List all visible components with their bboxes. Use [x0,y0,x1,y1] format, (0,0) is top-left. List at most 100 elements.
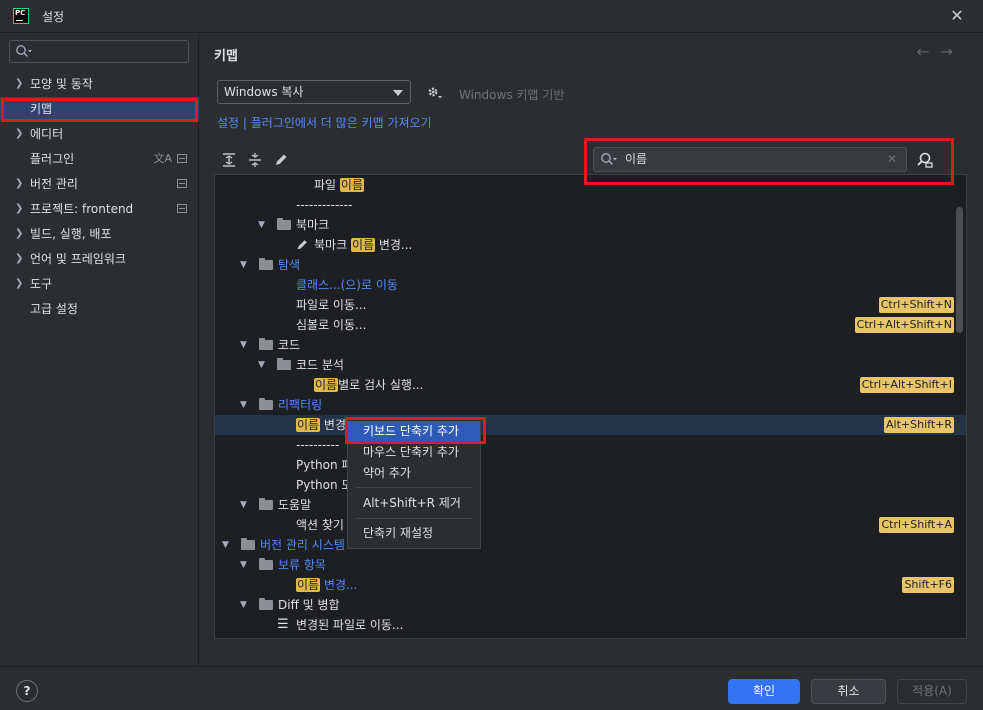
project-scope-icon [177,179,187,188]
title-bar: PC 설정 ✕ [0,0,983,33]
shortcut-badge: Ctrl+Alt+Shift+N [854,317,954,333]
tree-row-shelf[interactable]: ▼ 보류 항목 [215,555,966,575]
folder-icon [241,538,255,550]
folder-icon [259,558,273,570]
menu-item-reset-shortcuts[interactable]: 단축키 재설정 [348,523,480,543]
tree-row-python-2[interactable]: Python 모 [215,475,966,495]
chevron-down-icon[interactable]: ▼ [240,255,247,275]
tree-row-rename[interactable]: 이름 변경 Alt+Shift+R [215,415,966,435]
tree-row-goto-file[interactable]: 파일로 이동... Ctrl+Shift+N [215,295,966,315]
translate-icon: 文A [153,152,172,165]
list-icon: ☰ [277,617,289,632]
chevron-right-icon: ❯ [15,228,24,239]
tree-row-goto-changed[interactable]: ☰ 변경된 파일로 이동... [215,615,966,635]
menu-item-add-abbreviation[interactable]: 약어 추가 [348,463,480,483]
tree-row-bookmarks[interactable]: ▼ 북마크 [215,215,966,235]
dropdown-caret-icon [393,90,403,96]
cancel-button[interactable]: 취소 [811,679,886,704]
chevron-right-icon: ❯ [15,128,24,139]
keymap-panel: 키맵 ←→ Windows 복사 Windows 키맵 기반 설정 | 플러그인… [200,34,983,666]
chevron-down-icon[interactable]: ▼ [258,355,265,375]
based-on-label: Windows 키맵 기반 [459,88,565,102]
sidebar-search-input[interactable] [9,40,189,63]
tree-row-goto-symbol[interactable]: 심볼로 이동... Ctrl+Alt+Shift+N [215,315,966,335]
folder-icon [259,258,273,270]
folder-icon [259,498,273,510]
back-arrow-icon[interactable]: ← [916,42,939,61]
chevron-down-icon[interactable]: ▼ [240,395,247,415]
chevron-down-icon[interactable]: ▼ [240,595,247,615]
menu-item-add-mouse-shortcut[interactable]: 마우스 단축키 추가 [348,442,480,462]
tree-row-goto-class[interactable]: 클래스...(으)로 이동 [215,275,966,295]
tree-row-run-inspection[interactable]: 이름별로 검사 실행... Ctrl+Alt+Shift+I [215,375,966,395]
sidebar-item-editor[interactable]: ❯ 에디터 [0,122,199,146]
tree-row-refactor[interactable]: ▼ 리팩터링 [215,395,966,415]
get-keymaps-link[interactable]: 설정 | 플러그인에서 더 많은 키맵 가져오기 [217,114,432,131]
menu-separator [356,487,472,488]
tree-row-separator: ---------- [296,438,340,452]
shortcut-badge: Alt+Shift+R [884,417,954,433]
chevron-down-icon[interactable]: ▼ [240,555,247,575]
tree-row-shelf-rename[interactable]: 이름 변경... Shift+F6 [215,575,966,595]
shortcut-badge: Ctrl+Alt+Shift+I [859,377,954,393]
menu-item-remove-shortcut[interactable]: Alt+Shift+R 제거 [348,493,480,513]
tree-row-navigate[interactable]: ▼ 탐색 [215,255,966,275]
sidebar-item-languages[interactable]: ❯ 언어 및 프레임워크 [0,247,199,271]
settings-sidebar: ❯ 모양 및 동작 키맵 ❯ 에디터 플러그인 文A ❯ 버전 관리 ❯ 프로젝트: fr… [0,34,199,666]
chevron-down-icon[interactable]: ▼ [258,215,265,235]
chevron-right-icon: ❯ [15,253,24,264]
tree-row-separator: ------------- [296,198,353,212]
folder-icon [259,398,273,410]
chevron-right-icon: ❯ [15,178,24,189]
sidebar-item-plugins[interactable]: 플러그인 文A [0,147,199,171]
tree-row-code[interactable]: ▼ 코드 [215,335,966,355]
ok-button[interactable]: 확인 [728,679,800,704]
sidebar-item-appearance[interactable]: ❯ 모양 및 동작 [0,72,199,96]
keymap-actions-tree: 파일 이름 ------------- ▼ 북마크 북마크 이름 변경... ▼ 탐… [214,174,967,639]
sidebar-item-tools[interactable]: ❯ 도구 [0,272,199,296]
folder-icon [277,358,291,370]
sidebar-item-build[interactable]: ❯ 빌드, 실행, 배포 [0,222,199,246]
help-button[interactable]: ? [16,680,38,702]
pencil-icon [297,240,307,250]
shortcut-badge: Ctrl+Shift+A [879,517,954,533]
edit-icon[interactable] [273,152,289,168]
folder-icon [277,218,291,230]
tree-row-bookmark-rename[interactable]: 북마크 이름 변경... [215,235,966,255]
tree-row-find-action[interactable]: 액션 찾기 Ctrl+Shift+A [215,515,966,535]
project-scope-icon [177,204,187,213]
chevron-down-icon[interactable]: ▼ [222,535,229,555]
keymap-select[interactable]: Windows 복사 [217,80,411,104]
tree-row-python-1[interactable]: Python 패 [215,455,966,475]
sidebar-item-version-control[interactable]: ❯ 버전 관리 [0,172,199,196]
annotation-box-keymap [1,98,198,122]
collapse-all-icon[interactable] [247,152,263,168]
chevron-right-icon: ❯ [15,78,24,89]
forward-arrow-icon[interactable]: → [940,42,963,61]
tree-row-diff-merge[interactable]: ▼ Diff 및 병합 [215,595,966,615]
folder-icon [259,338,273,350]
sidebar-item-advanced[interactable]: 고급 설정 [0,297,199,321]
tree-row-code-analysis[interactable]: ▼ 코드 분석 [215,355,966,375]
close-icon[interactable]: ✕ [948,7,966,25]
chevron-right-icon: ❯ [15,278,24,289]
annotation-box-add-shortcut [345,417,486,444]
search-icon [16,45,32,57]
tree-row-vcs[interactable]: ▼ 버전 관리 시스템 [215,535,966,555]
sidebar-item-project[interactable]: ❯ 프로젝트: frontend [0,197,199,221]
folder-icon [259,598,273,610]
nav-arrows: ←→ [916,42,963,61]
pycharm-logo-icon: PC [13,8,29,24]
expand-all-icon[interactable] [221,152,237,168]
tree-row-help[interactable]: ▼ 도움말 [215,495,966,515]
chevron-down-icon[interactable]: ▼ [240,335,247,355]
gear-icon[interactable] [426,84,442,100]
shortcut-badge: Ctrl+Shift+N [878,297,954,313]
apply-button[interactable]: 적용(A) [897,679,967,704]
chevron-down-icon[interactable]: ▼ [240,495,247,515]
page-title: 키맵 [214,49,238,64]
chevron-right-icon: ❯ [15,203,24,214]
tree-scrollbar[interactable] [956,207,963,333]
annotation-box-search [584,138,954,185]
project-scope-icon [177,154,187,163]
